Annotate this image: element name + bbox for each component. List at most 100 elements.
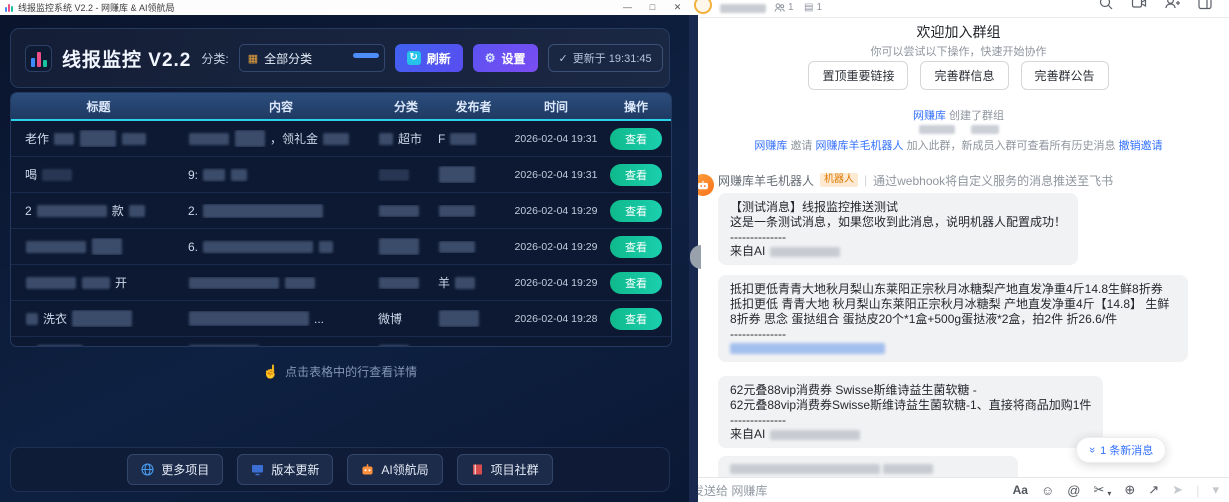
view-button[interactable]: 查看 bbox=[610, 308, 662, 330]
message-footer: 来自AI bbox=[730, 245, 1066, 258]
message-line: 62元叠88vip消费券Swisse斯维诗益生菌软糖-1、直接将商品加购1件 bbox=[730, 398, 1091, 413]
pinned-count[interactable]: ▤ 1 bbox=[804, 2, 822, 13]
refresh-icon: ↻ bbox=[407, 51, 421, 65]
pin-links-button[interactable]: 置顶重要链接 bbox=[808, 61, 908, 90]
version-update-button[interactable]: 版本更新 bbox=[237, 454, 333, 485]
table-row[interactable]: 2款 2. 2026-02-04 19:29 查看 bbox=[11, 192, 671, 228]
view-button[interactable]: 查看 bbox=[610, 200, 662, 222]
maximize-button[interactable]: □ bbox=[640, 0, 665, 15]
wire-report-monitor-window: 线报监控系统 V2.2 - 网赚库 & AI领航局 — □ ✕ 线报监控 V2.… bbox=[0, 0, 698, 502]
table-header-row: 标题 内容 分类 发布者 时间 操作 bbox=[11, 93, 671, 121]
table-row[interactable]: 洗衣 ... 微博 2026-02-04 19:28 查看 bbox=[11, 300, 671, 336]
app-header: 线报监控 V2.2 分类: ▦ 全部分类 ↻ 刷新 ⚙ 设置 ✓ 更新于 19:… bbox=[10, 28, 670, 88]
group-name-redacted bbox=[720, 4, 766, 13]
book-icon bbox=[471, 463, 484, 476]
table-row-partial[interactable] bbox=[11, 336, 671, 347]
font-style-icon[interactable]: Aa bbox=[1013, 483, 1028, 497]
dropdown-indicator bbox=[353, 53, 379, 58]
message-line: -------------- bbox=[730, 327, 1176, 342]
view-button[interactable]: 查看 bbox=[610, 128, 662, 150]
revoke-invite-link[interactable]: 撤销邀请 bbox=[1119, 140, 1163, 152]
view-button[interactable]: 查看 bbox=[610, 164, 662, 186]
table-row[interactable]: 开 羊 2026-02-04 19:29 查看 bbox=[11, 264, 671, 300]
message-bubble: 抵扣更低青青大地秋月梨山东莱阳正宗秋月冰糖梨产地直发净重4斤14.8生鲜8折券 … bbox=[718, 275, 1188, 362]
message-line: 抵扣更低 青青大地 秋月梨山东莱阳正宗秋月冰糖梨 产地直发净重4斤【14.8】 … bbox=[730, 297, 1176, 327]
divider: | bbox=[1196, 483, 1199, 498]
emoji-icon[interactable]: ☺ bbox=[1041, 483, 1054, 498]
add-member-icon[interactable] bbox=[1164, 0, 1180, 11]
bot-name[interactable]: 网赚库羊毛机器人 bbox=[718, 172, 814, 188]
complete-announcement-button[interactable]: 完善群公告 bbox=[1021, 61, 1109, 90]
category-label: 分类: bbox=[201, 50, 228, 67]
bot-name-line: 网赚库羊毛机器人 机器人 | 通过webhook将自定义服务的消息推送至飞书 bbox=[718, 172, 1223, 188]
composer-toolbar: Aa ☺ @ ✂ ▾ ⊕ ↗ ➤ | ▾ bbox=[1013, 482, 1219, 498]
invitee-link[interactable]: 网赚库羊毛机器人 bbox=[816, 140, 904, 152]
table-row[interactable]: 喝 9: 2026-02-04 19:31 查看 bbox=[11, 156, 671, 192]
attach-icon[interactable]: ⊕ bbox=[1124, 482, 1135, 498]
table-row[interactable]: 6. 2026-02-04 19:29 查看 bbox=[11, 228, 671, 264]
footer-links: 更多项目 版本更新 AI领航局 项目社群 bbox=[10, 447, 670, 492]
monitor-icon bbox=[251, 463, 264, 476]
button-label: 更多项目 bbox=[161, 461, 209, 478]
message-bubble: 62元叠88vip消费券 Swisse斯维诗益生菌软糖 - 62元叠88vip消… bbox=[718, 376, 1103, 448]
robot-face-icon bbox=[696, 178, 710, 192]
refresh-button[interactable]: ↻ 刷新 bbox=[395, 44, 463, 72]
view-button[interactable]: 查看 bbox=[610, 236, 662, 258]
last-updated-status: ✓ 更新于 19:31:45 bbox=[548, 44, 663, 72]
globe-icon bbox=[141, 463, 154, 476]
message-footer: 来自AI bbox=[730, 428, 1091, 441]
expand-icon[interactable]: ↗ bbox=[1148, 482, 1159, 498]
invite-verb: 邀请 bbox=[790, 140, 812, 152]
app-body: 线报监控 V2.2 分类: ▦ 全部分类 ↻ 刷新 ⚙ 设置 ✓ 更新于 19:… bbox=[0, 15, 698, 502]
welcome-subtitle: 你可以尝试以下操作，快速开始协作 bbox=[688, 43, 1229, 59]
screenshot-caret-icon[interactable]: ▾ bbox=[1107, 489, 1111, 498]
robot-icon bbox=[361, 463, 374, 476]
send-icon[interactable]: ➤ bbox=[1172, 482, 1183, 498]
message-composer[interactable]: 发送给 网赚库 Aa ☺ @ ✂ ▾ ⊕ ↗ ➤ | ▾ bbox=[688, 477, 1229, 502]
view-button[interactable]: 查看 bbox=[610, 272, 662, 294]
message-bubble: 【测试消息】线报监控推送测试 这是一条测试消息，如果您收到此消息，说明机器人配置… bbox=[718, 193, 1078, 265]
send-options-icon[interactable]: ▾ bbox=[1212, 482, 1219, 498]
category-value: 全部分类 bbox=[264, 50, 312, 67]
invite-text: 加入此群，新成员入群可查看所有历史消息 bbox=[907, 140, 1116, 152]
new-messages-text: 1 条新消息 bbox=[1100, 442, 1153, 458]
settings-button[interactable]: ⚙ 设置 bbox=[473, 44, 538, 72]
column-header: 内容 bbox=[186, 98, 376, 115]
welcome-actions: 置顶重要链接 完善群信息 完善群公告 bbox=[688, 61, 1229, 90]
category-dropdown[interactable]: ▦ 全部分类 bbox=[239, 44, 385, 72]
page-title: 线报监控 V2.2 bbox=[62, 45, 191, 72]
message-line: 这是一条测试消息，如果您收到此消息，说明机器人配置成功！ bbox=[730, 215, 1066, 230]
tabs-icon: ▤ bbox=[804, 2, 813, 13]
mention-icon[interactable]: @ bbox=[1067, 483, 1080, 498]
search-icon[interactable] bbox=[1098, 0, 1114, 11]
column-header: 分类 bbox=[376, 98, 436, 115]
message-line: -------------- bbox=[730, 230, 1066, 245]
pinned-count-value: 1 bbox=[816, 2, 822, 13]
app-logo-icon bbox=[25, 45, 52, 72]
screenshot-icon[interactable]: ✂ bbox=[1093, 482, 1104, 498]
ai-navigator-button[interactable]: AI领航局 bbox=[347, 454, 442, 485]
bot-badge: 机器人 bbox=[820, 173, 858, 187]
sidebar-panel-icon[interactable] bbox=[1197, 0, 1213, 11]
video-call-icon[interactable] bbox=[1131, 0, 1147, 11]
report-table: 标题 内容 分类 发布者 时间 操作 老作 ，领礼金 超市 F 2026-02-… bbox=[10, 92, 672, 347]
inviter-link[interactable]: 网赚库 bbox=[754, 140, 787, 152]
member-count[interactable]: 1 bbox=[774, 2, 794, 13]
message-line: -------------- bbox=[730, 413, 1091, 428]
close-button[interactable]: ✕ bbox=[665, 0, 690, 15]
message-line: 抵扣更低青青大地秋月梨山东莱阳正宗秋月冰糖梨产地直发净重4斤14.8生鲜8折券 bbox=[730, 282, 1176, 297]
member-count-value: 1 bbox=[788, 2, 794, 13]
pointing-hand-icon: ☝ bbox=[263, 364, 279, 379]
button-label: 项目社群 bbox=[491, 461, 539, 478]
project-community-button[interactable]: 项目社群 bbox=[457, 454, 553, 485]
new-messages-pill[interactable]: » 1 条新消息 bbox=[1076, 437, 1166, 463]
window-controls: — □ ✕ bbox=[615, 0, 690, 15]
gear-icon: ⚙ bbox=[485, 51, 496, 65]
composer-placeholder[interactable]: 发送给 网赚库 bbox=[692, 482, 767, 499]
table-row[interactable]: 老作 ，领礼金 超市 F 2026-02-04 19:31 查看 bbox=[11, 121, 671, 156]
button-label: 版本更新 bbox=[271, 461, 319, 478]
complete-group-info-button[interactable]: 完善群信息 bbox=[920, 61, 1008, 90]
more-projects-button[interactable]: 更多项目 bbox=[127, 454, 223, 485]
hint-text: 点击表格中的行查看详情 bbox=[285, 365, 417, 379]
minimize-button[interactable]: — bbox=[615, 0, 640, 15]
